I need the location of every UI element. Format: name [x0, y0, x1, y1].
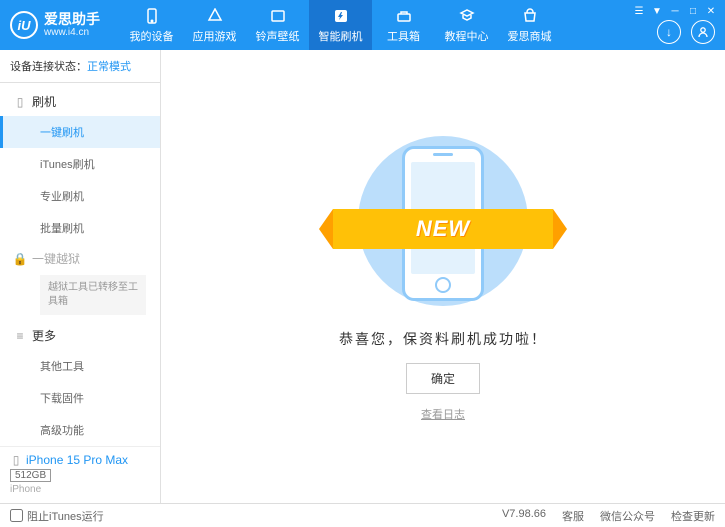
jailbreak-note: 越狱工具已转移至工具箱 — [40, 275, 146, 315]
toolbox-icon — [395, 7, 413, 25]
close-button[interactable]: ✕ — [703, 4, 719, 18]
sidebar-item-batch[interactable]: 批量刷机 — [0, 212, 160, 244]
phone-icon: ▯ — [10, 454, 22, 466]
user-button[interactable] — [691, 20, 715, 44]
storage-badge: 512GB — [10, 469, 51, 482]
sidebar-item-itunes[interactable]: iTunes刷机 — [0, 148, 160, 180]
top-nav: 我的设备 应用游戏 铃声壁纸 智能刷机 工具箱 教程中心 爱思商城 — [120, 0, 561, 50]
more-icon: ≡ — [14, 330, 26, 342]
sidebar-item-oneclick[interactable]: 一键刷机 — [0, 116, 160, 148]
sidebar-item-pro[interactable]: 专业刷机 — [0, 180, 160, 212]
nav-ringtones[interactable]: 铃声壁纸 — [246, 0, 309, 50]
app-title: 爱思助手 — [44, 12, 100, 27]
menu-icon[interactable]: ☰ — [631, 4, 647, 18]
media-icon — [269, 7, 287, 25]
sidebar-group-more[interactable]: ≡更多 — [0, 321, 160, 350]
apps-icon — [206, 7, 224, 25]
sidebar: 设备连接状态：正常模式 ▯刷机 一键刷机 iTunes刷机 专业刷机 批量刷机 … — [0, 50, 161, 503]
main-content: NEW 恭喜您，保资料刷机成功啦！ 确定 查看日志 — [161, 50, 725, 503]
view-log-link[interactable]: 查看日志 — [421, 406, 465, 422]
nav-toolbox[interactable]: 工具箱 — [372, 0, 435, 50]
device-info[interactable]: ▯iPhone 15 Pro Max 512GB iPhone — [0, 446, 160, 503]
logo-icon: iU — [10, 11, 38, 39]
success-illustration: NEW — [343, 131, 543, 311]
minimize-button[interactable]: ─ — [667, 4, 683, 18]
tutorial-icon — [458, 7, 476, 25]
nav-tutorials[interactable]: 教程中心 — [435, 0, 498, 50]
ok-button[interactable]: 确定 — [406, 363, 480, 394]
nav-store[interactable]: 爱思商城 — [498, 0, 561, 50]
sidebar-item-other[interactable]: 其他工具 — [0, 350, 160, 382]
connection-status: 设备连接状态：正常模式 — [0, 50, 160, 83]
footer-link-wechat[interactable]: 微信公众号 — [600, 508, 655, 524]
sidebar-item-firmware[interactable]: 下载固件 — [0, 382, 160, 414]
nav-flash[interactable]: 智能刷机 — [309, 0, 372, 50]
app-url: www.i4.cn — [44, 27, 100, 38]
download-button[interactable]: ↓ — [657, 20, 681, 44]
nav-apps[interactable]: 应用游戏 — [183, 0, 246, 50]
phone-icon: ▯ — [14, 96, 26, 108]
sidebar-group-flash[interactable]: ▯刷机 — [0, 87, 160, 116]
lock-icon: 🔒 — [14, 253, 26, 265]
success-message: 恭喜您，保资料刷机成功啦！ — [339, 329, 547, 349]
app-logo: iU 爱思助手 www.i4.cn — [10, 11, 100, 39]
block-itunes-checkbox[interactable]: 阻止iTunes运行 — [10, 508, 104, 524]
phone-icon — [143, 7, 161, 25]
maximize-button[interactable]: □ — [685, 4, 701, 18]
footer-link-update[interactable]: 检查更新 — [671, 508, 715, 524]
nav-my-device[interactable]: 我的设备 — [120, 0, 183, 50]
tshirt-icon[interactable]: ▼ — [649, 4, 665, 18]
footer-link-support[interactable]: 客服 — [562, 508, 584, 524]
store-icon — [521, 7, 539, 25]
flash-icon — [332, 7, 350, 25]
version-label: V7.98.66 — [502, 508, 546, 524]
footer: 阻止iTunes运行 V7.98.66 客服 微信公众号 检查更新 — [0, 503, 725, 527]
sidebar-item-advanced[interactable]: 高级功能 — [0, 414, 160, 446]
sidebar-group-jailbreak: 🔒一键越狱 — [0, 244, 160, 273]
ribbon-text: NEW — [416, 216, 470, 242]
